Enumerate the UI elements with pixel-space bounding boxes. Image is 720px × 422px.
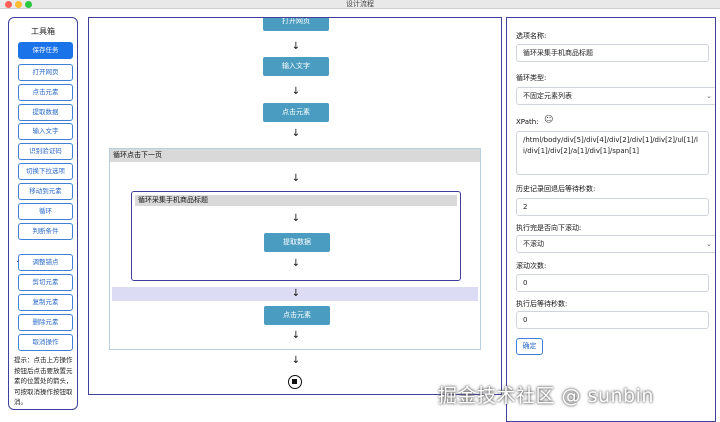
toolbox-panel: 工具箱 保存任务 打开网页 点击元素 提取数据 输入文字 识别验证码 切换下拉选… xyxy=(8,17,78,410)
scroll-down-value: 不滚动 xyxy=(523,240,544,248)
loop-title: 循环点击下一页 xyxy=(110,149,480,162)
wait-after-exec-input[interactable]: 0 xyxy=(516,311,709,329)
insert-arrow[interactable]: ↓ xyxy=(290,41,302,53)
toolbox-hint: 提示：点击上方操作按钮后点击要放置元素的位置处的箭头，可按取消操作按钮取消。 xyxy=(14,356,73,406)
loop-type-select[interactable]: 不固定元素列表 ⌄ xyxy=(516,87,715,105)
options-panel: 选项名称: 循环采集手机商品标题 循环类型: 不固定元素列表 ⌄ XPath: … xyxy=(506,17,716,422)
smile-icon[interactable]: ☺ xyxy=(544,115,553,125)
click-element-button[interactable]: 点击元素 xyxy=(18,84,73,101)
loop-button[interactable]: 循环 xyxy=(18,203,73,220)
extract-data-button[interactable]: 提取数据 xyxy=(18,104,73,121)
insert-arrow[interactable]: ↓ xyxy=(290,288,302,300)
insert-arrow[interactable]: ↓ xyxy=(290,128,302,140)
xpath-label: XPath: xyxy=(516,118,539,126)
cut-element-button[interactable]: 剪切元素 xyxy=(18,274,73,291)
window-title: 设计流程 xyxy=(346,0,374,8)
copy-element-button[interactable]: 复制元素 xyxy=(18,294,73,311)
watermark: 掘金技术社区 @ sunbin xyxy=(438,385,654,407)
insert-arrow[interactable]: ↓ xyxy=(290,258,302,270)
wait-after-back-input[interactable]: 2 xyxy=(516,198,709,216)
flow-canvas[interactable]: 打开网页 ↓ 输入文字 ↓ 点击元素 ↓ 循环点击下一页 ↓ 循环采集手机商品标… xyxy=(88,17,502,395)
move-to-element-button[interactable]: 移动到元素 xyxy=(18,183,73,200)
insert-arrow[interactable]: ↓ xyxy=(290,330,302,342)
insert-arrow[interactable]: ↓ xyxy=(290,173,302,185)
inner-loop-title: 循环采集手机商品标题 xyxy=(135,195,457,206)
condition-button[interactable]: 判断条件 xyxy=(18,223,73,240)
switch-dropdown-button[interactable]: 切换下拉选项 xyxy=(18,163,73,180)
captcha-button[interactable]: 识别验证码 xyxy=(18,143,73,160)
loop-type-label: 循环类型: xyxy=(516,74,547,82)
end-node-icon xyxy=(288,375,302,389)
save-task-button[interactable]: 保存任务 xyxy=(18,42,73,59)
window-titlebar: 设计流程 xyxy=(0,0,720,9)
option-name-label: 选项名称: xyxy=(516,32,547,40)
node-open-page[interactable]: 打开网页 xyxy=(263,18,329,31)
loop-collect-titles[interactable]: 循环采集手机商品标题 ↓ 提取数据 ↓ xyxy=(131,191,461,281)
open-page-button[interactable]: 打开网页 xyxy=(18,64,73,81)
option-name-input[interactable]: 循环采集手机商品标题 xyxy=(516,44,709,62)
confirm-button[interactable]: 确定 xyxy=(516,338,543,355)
adjust-anchor-button[interactable]: 调整锚点 xyxy=(18,254,73,271)
xpath-textarea[interactable]: /html/body/div[5]/div[4]/div[2]/div[1]/d… xyxy=(516,131,709,175)
node-click-element-next[interactable]: 点击元素 xyxy=(264,306,330,325)
scroll-count-input[interactable]: 0 xyxy=(516,274,709,292)
node-click-element[interactable]: 点击元素 xyxy=(263,103,329,122)
wait-after-exec-label: 执行后等待秒数: xyxy=(516,300,568,308)
toolbox-title: 工具箱 xyxy=(31,27,55,36)
wait-after-back-label: 历史记录回退后等待秒数: xyxy=(516,185,596,193)
node-extract-data[interactable]: 提取数据 xyxy=(264,233,330,252)
loop-next-page[interactable]: 循环点击下一页 ↓ 循环采集手机商品标题 ↓ 提取数据 ↓ ↓ 点击元素 ↓ xyxy=(109,148,481,350)
loop-type-value: 不固定元素列表 xyxy=(523,92,572,100)
node-input-text[interactable]: 输入文字 xyxy=(263,57,329,76)
scroll-down-select[interactable]: 不滚动 ⌄ xyxy=(516,235,715,253)
scroll-down-label: 执行完是否向下滚动: xyxy=(516,224,582,232)
chevron-down-icon: ⌄ xyxy=(706,240,712,248)
input-text-button[interactable]: 输入文字 xyxy=(18,123,73,140)
chevron-down-icon: ⌄ xyxy=(706,92,712,100)
insert-arrow[interactable]: ↓ xyxy=(290,213,302,225)
delete-element-button[interactable]: 删除元素 xyxy=(18,314,73,331)
insert-arrow[interactable]: ↓ xyxy=(290,86,302,98)
scroll-count-label: 滚动次数: xyxy=(516,262,547,270)
cancel-operation-button[interactable]: 取消操作 xyxy=(18,334,73,351)
insert-arrow[interactable]: ↓ xyxy=(290,355,302,367)
